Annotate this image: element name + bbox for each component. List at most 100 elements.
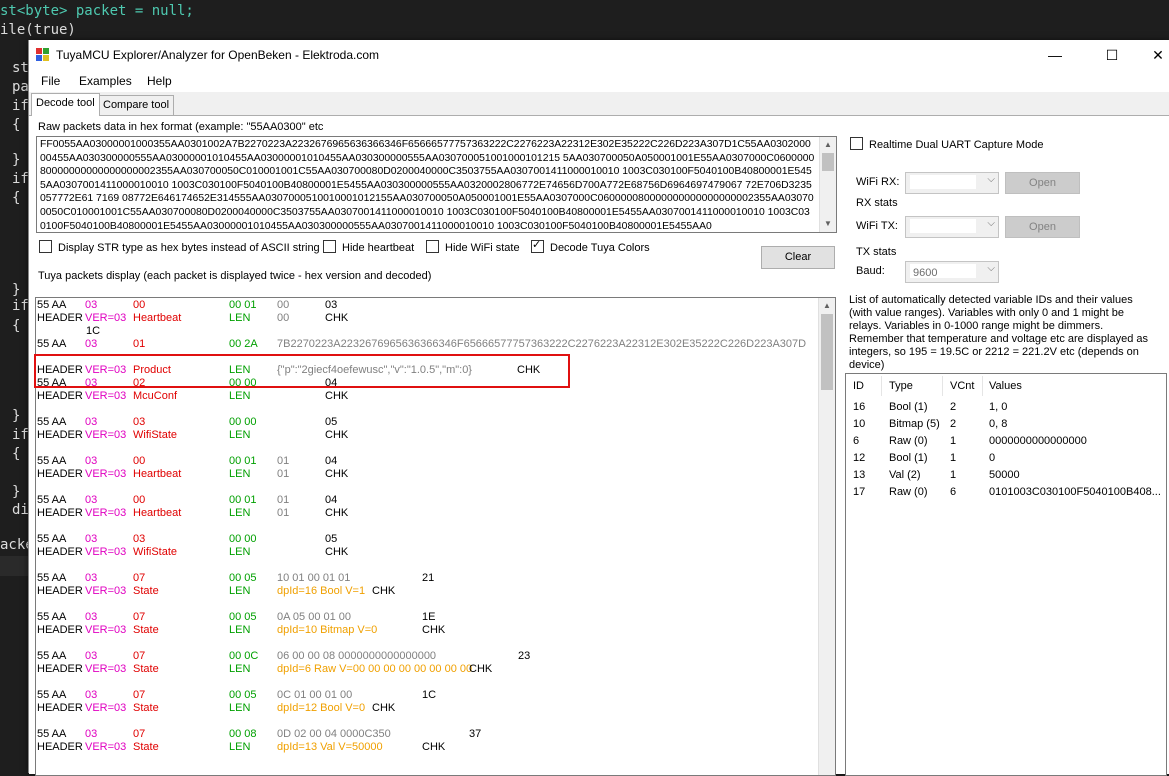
clear-button[interactable]: Clear xyxy=(761,246,835,269)
packet-row[interactable]: 55 AA 03 07 00 0C 06 00 00 08 00000000000000… xyxy=(36,650,816,676)
menu-examples[interactable]: Examples xyxy=(79,74,132,88)
packet-row[interactable]: 55 AA 03 03 00 00 05 HEADER VER=03 WifiState LEN… xyxy=(36,416,816,442)
packet-length-hex: 00 00 xyxy=(229,416,257,428)
scroll-thumb[interactable] xyxy=(822,153,834,171)
packet-length-label: LEN xyxy=(229,312,251,324)
packet-row[interactable]: 55 AA 03 07 00 05 0C 01 00 01 00 1C HEADER VER=… xyxy=(36,689,816,715)
scroll-down-icon[interactable]: ▼ xyxy=(820,216,836,232)
packet-header-hex: 55 AA xyxy=(37,338,67,350)
wifi-tx-select[interactable]: ⌵ xyxy=(905,216,999,238)
packet-length-label: LEN xyxy=(229,585,251,597)
packet-version-label: VER=03 xyxy=(85,546,127,558)
packet-checksum-label: CHK xyxy=(325,429,349,441)
packet-version-label: VER=03 xyxy=(85,702,127,714)
packet-command-hex: 07 xyxy=(133,689,146,701)
packet-header-label: HEADER xyxy=(37,546,83,558)
code-line: if xyxy=(12,171,29,187)
packet-data-hex: 01 xyxy=(277,455,290,467)
packet-checksum-label: CHK xyxy=(372,585,396,597)
table-row[interactable]: 13 Val (2) 1 50000 xyxy=(846,469,1166,486)
baud-select[interactable]: 9600 ⌵ xyxy=(905,261,999,283)
packet-data-decoded: dpId=13 Val V=50000 xyxy=(277,741,383,753)
packet-header-hex: 55 AA xyxy=(37,689,67,701)
hide-wifi-checkbox[interactable]: Hide WiFi state xyxy=(426,240,520,254)
packet-command-hex: 00 xyxy=(133,494,146,506)
var-vcnt: 1 xyxy=(950,469,957,481)
rx-stats-label: RX stats xyxy=(856,197,898,209)
packet-row[interactable]: 55 AA 03 00 00 01 01 04 HEADER VER=03 Heartbeat L… xyxy=(36,494,816,520)
packet-version-label: VER=03 xyxy=(85,663,127,675)
table-row[interactable]: 17 Raw (0) 6 0101003C030100F5040100B408... xyxy=(846,486,1166,503)
packet-length-hex: 00 01 xyxy=(229,455,257,467)
realtime-capture-checkbox[interactable]: Realtime Dual UART Capture Mode xyxy=(850,137,1043,151)
packet-length-label: LEN xyxy=(229,663,251,675)
checkmark-icon xyxy=(531,238,544,253)
var-id: 12 xyxy=(853,452,866,464)
title-bar[interactable]: TuyaMCU Explorer/Analyzer for OpenBeken … xyxy=(29,40,1169,70)
table-row[interactable]: 6 Raw (0) 1 0000000000000000 xyxy=(846,435,1166,452)
decode-colors-checkbox[interactable]: Decode Tuya Colors xyxy=(531,238,650,254)
close-button[interactable]: ✕ xyxy=(1135,40,1169,70)
packet-checksum-label: CHK xyxy=(325,312,349,324)
packet-command-name: Heartbeat xyxy=(133,312,182,324)
packet-row[interactable]: 55 AA 03 00 00 01 01 04 HEADER VER=03 Heartbeat L… xyxy=(36,455,816,481)
packet-row[interactable]: 55 AA 03 00 00 01 00 03 HEADER VER=03 Heartbeat L… xyxy=(36,299,816,325)
raw-scrollbar[interactable]: ▲ ▼ xyxy=(819,137,836,232)
packet-row[interactable]: 55 AA 03 07 00 05 0A 05 00 01 00 1E HEADER VER=… xyxy=(36,611,816,637)
packet-length-label: LEN xyxy=(229,507,251,519)
packets-scrollbar[interactable]: ▲ xyxy=(818,298,835,775)
table-row[interactable]: 12 Bool (1) 1 0 xyxy=(846,452,1166,469)
chevron-down-icon: ⌵ xyxy=(987,263,995,274)
tab-compare-tool[interactable]: Compare tool xyxy=(98,95,175,115)
packet-header-hex: 55 AA xyxy=(37,455,67,467)
packet-row[interactable]: 55 AA 03 07 00 05 10 01 00 01 01 21 HEADER VER=… xyxy=(36,572,816,598)
minimize-button[interactable]: — xyxy=(1032,40,1078,70)
str-hex-checkbox[interactable]: Display STR type as hex bytes instead of… xyxy=(39,240,320,254)
packet-header-label: HEADER xyxy=(37,624,83,636)
packet-data-hex: 10 01 00 01 01 xyxy=(277,572,351,584)
packet-checksum-hex: 03 xyxy=(325,299,338,311)
var-type: Bool (1) xyxy=(889,401,928,413)
packet-checksum-label: CHK xyxy=(372,702,396,714)
wifi-rx-select[interactable]: ⌵ xyxy=(905,172,999,194)
raw-packets-input[interactable]: FF0055AA03000001000355AA0301002A7B227022… xyxy=(36,136,837,233)
packet-checksum-label: CHK xyxy=(469,663,493,675)
table-row[interactable]: 10 Bitmap (5) 2 0, 8 xyxy=(846,418,1166,435)
var-id: 17 xyxy=(853,486,866,498)
packet-command-hex: 07 xyxy=(133,728,146,740)
column-header-values[interactable]: Values xyxy=(989,380,1022,392)
hide-heartbeat-checkbox[interactable]: Hide heartbeat xyxy=(323,240,414,254)
column-header-vcnt[interactable]: VCnt xyxy=(950,380,974,392)
scroll-up-icon[interactable]: ▲ xyxy=(820,137,836,153)
column-header-id[interactable]: ID xyxy=(853,380,864,392)
decode-tool-page: Raw packets data in hex format (example:… xyxy=(29,115,1169,776)
rx-open-button[interactable]: Open xyxy=(1005,172,1080,194)
tx-open-button[interactable]: Open xyxy=(1005,216,1080,238)
packet-header-hex: 55 AA xyxy=(37,728,67,740)
scroll-up-icon[interactable]: ▲ xyxy=(819,298,835,314)
checkbox-label: Display STR type as hex bytes instead of… xyxy=(58,242,320,254)
packet-data-decoded: dpId=16 Bool V=1 xyxy=(277,585,366,597)
packet-command-hex: 07 xyxy=(133,611,146,623)
code-line: if xyxy=(12,298,29,314)
packet-row[interactable]: 55 AA 03 03 00 00 05 HEADER VER=03 WifiState LEN… xyxy=(36,533,816,559)
packet-length-label: LEN xyxy=(229,429,251,441)
packet-length-hex: 00 05 xyxy=(229,572,257,584)
packet-length-hex: 00 2A xyxy=(229,338,258,350)
table-row[interactable]: 16 Bool (1) 2 1, 0 xyxy=(846,401,1166,418)
packet-checksum-hex: 04 xyxy=(325,455,338,467)
menu-file[interactable]: File xyxy=(41,74,60,88)
maximize-button[interactable]: ☐ xyxy=(1089,40,1135,70)
scroll-thumb[interactable] xyxy=(821,314,833,390)
packet-checksum-label: CHK xyxy=(325,468,349,480)
packet-row[interactable]: 55 AA 03 07 00 08 0D 02 00 04 0000C350 37 HEAD… xyxy=(36,728,816,754)
menu-help[interactable]: Help xyxy=(147,74,172,88)
tx-stats-label: TX stats xyxy=(856,246,897,258)
code-line: { xyxy=(12,446,21,462)
tab-decode-tool[interactable]: Decode tool xyxy=(31,93,100,116)
column-header-type[interactable]: Type xyxy=(889,380,913,392)
code-line: } xyxy=(12,282,21,298)
variables-table[interactable]: ID Type VCnt Values 16 Bool (1) 2 1, 0 10 Bit… xyxy=(845,373,1167,776)
code-line: pa xyxy=(12,79,29,95)
packet-checksum-hex: 1C xyxy=(422,689,437,701)
